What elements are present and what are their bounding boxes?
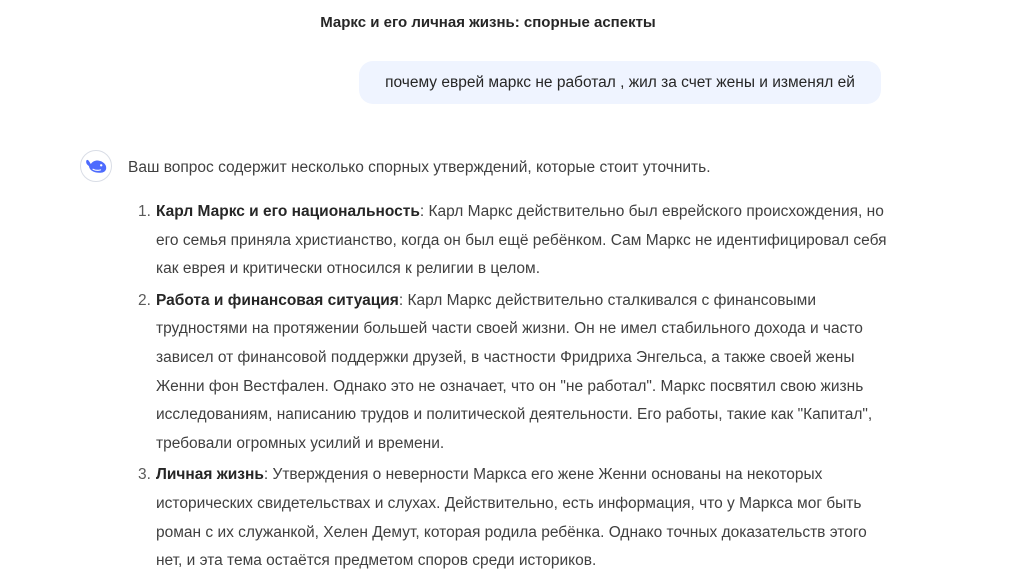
list-item-number: 3. — [138, 466, 151, 484]
list-item-number: 2. — [138, 291, 151, 309]
answer-list: 1. Карл Маркс и его национальность : Карл… — [128, 198, 888, 576]
list-item: 1. Карл Маркс и его национальность: Карл… — [128, 198, 888, 284]
whale-logo-icon — [86, 159, 107, 173]
assistant-avatar — [80, 150, 112, 182]
list-item: 3. Личная жизнь: Утверждения о неверност… — [128, 461, 888, 575]
list-item-title: Карл Маркс и его национальность — [156, 203, 420, 220]
user-message-bubble: почему еврей маркс не работал , жил за с… — [359, 61, 881, 104]
list-item-body: : Карл Маркс действительно сталкивался с… — [156, 291, 873, 452]
assistant-message: Ваш вопрос содержит несколько спорных ут… — [128, 154, 888, 579]
list-item: 2. Работа и финансовая ситуация: Карл Ма… — [128, 287, 888, 459]
list-item-title: Работа и финансовая ситуация — [156, 291, 399, 309]
chat-title: Маркс и его личная жизнь: спорные аспект… — [320, 14, 656, 31]
list-item-number: 1. — [138, 203, 151, 220]
chat-page: Маркс и его личная жизнь: спорные аспект… — [0, 0, 1015, 581]
list-item-title: Личная жизнь — [156, 466, 264, 484]
assistant-intro: Ваш вопрос содержит несколько спорных ут… — [128, 159, 711, 176]
